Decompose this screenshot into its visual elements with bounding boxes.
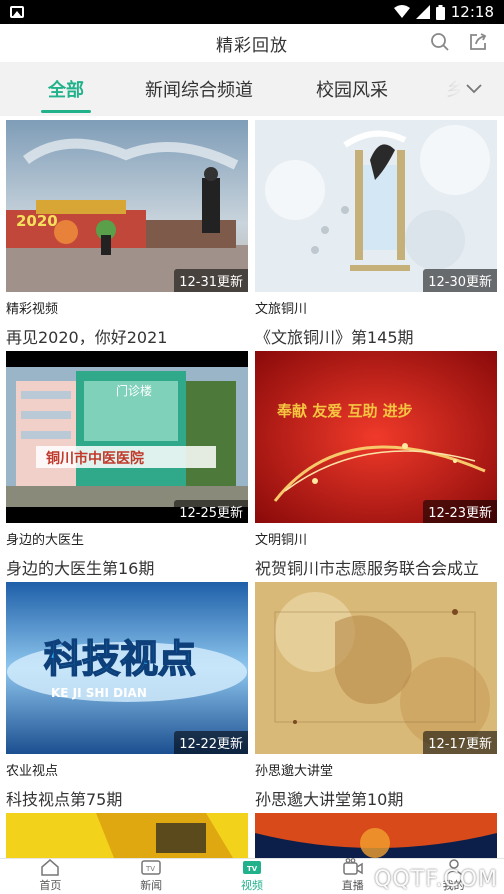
video-title: 《文旅铜川》第145期 bbox=[255, 328, 414, 347]
home-icon bbox=[41, 859, 60, 876]
tv-filled-icon: TV bbox=[242, 861, 261, 874]
tab-campus[interactable]: 校园风采 bbox=[316, 62, 388, 116]
video-thumbnail: 奉献 友爱 互助 进步 12-23更新 bbox=[255, 351, 497, 523]
status-time: 12:18 bbox=[450, 3, 494, 21]
chevron-down-icon bbox=[466, 84, 482, 94]
video-title: 孙思邈大讲堂第10期 bbox=[255, 790, 404, 809]
video-thumbnail: 科技视点 KE JI SHI DIAN 12-22更新 bbox=[6, 582, 248, 754]
video-card[interactable]: 12-17更新 孙思邈大讲堂 孙思邈大讲堂第10期 bbox=[255, 582, 497, 810]
video-channel: 精彩视频 bbox=[6, 302, 59, 317]
page-title: 精彩回放 bbox=[216, 35, 288, 56]
svg-text:TV: TV bbox=[247, 865, 258, 873]
search-icon bbox=[431, 33, 449, 51]
share-button[interactable] bbox=[466, 30, 490, 54]
watermark: QQTF.COM bbox=[374, 867, 498, 892]
video-channel: 农业视点 bbox=[6, 764, 59, 779]
tv-icon: TV bbox=[141, 860, 161, 875]
app-header: 精彩回放 bbox=[0, 24, 504, 62]
bottom-nav: 首页 TV 新闻 TV 视频 直播 我的 QQTF.COM bbox=[0, 858, 504, 894]
thumb-slogan-text: 奉献 友爱 互助 进步 bbox=[276, 402, 413, 420]
video-thumbnail: 2020 12-31更新 bbox=[6, 120, 248, 292]
thumb-year-text: 2020 bbox=[16, 212, 58, 230]
nav-video[interactable]: TV 视频 bbox=[202, 859, 303, 894]
video-thumbnail: 门诊楼 铜川市中医医院 12-25更新 bbox=[6, 351, 248, 523]
video-thumbnail: 12-30更新 bbox=[255, 120, 497, 292]
thumb-tech-pinyin: KE JI SHI DIAN bbox=[51, 686, 147, 700]
update-badge: 12-31更新 bbox=[174, 269, 248, 292]
search-button[interactable] bbox=[428, 30, 452, 54]
video-title: 科技视点第75期 bbox=[6, 790, 123, 809]
battery-icon bbox=[435, 4, 445, 20]
nav-news[interactable]: TV 新闻 bbox=[101, 859, 202, 894]
video-channel: 身边的大医生 bbox=[6, 533, 85, 548]
share-icon bbox=[470, 33, 487, 50]
camera-icon bbox=[343, 858, 363, 875]
thumb-tech-title: 科技视点 bbox=[44, 637, 196, 681]
thumb-banner-text: 铜川市中医医院 bbox=[46, 450, 144, 467]
status-bar: 12:18 bbox=[0, 0, 504, 24]
video-channel: 孙思邈大讲堂 bbox=[255, 764, 334, 779]
expand-tabs-button[interactable] bbox=[444, 62, 504, 116]
video-thumbnail: 12-17更新 bbox=[255, 582, 497, 754]
signal-icon bbox=[415, 5, 430, 19]
update-badge: 12-22更新 bbox=[174, 731, 248, 754]
video-card[interactable]: 12-30更新 文旅铜川 《文旅铜川》第145期 bbox=[255, 120, 497, 348]
video-card[interactable] bbox=[6, 813, 248, 858]
svg-text:TV: TV bbox=[145, 865, 155, 873]
thumb-sign-text: 门诊楼 bbox=[116, 383, 152, 398]
nav-home[interactable]: 首页 bbox=[0, 859, 101, 894]
video-grid: 2020 12-31更新 精彩视频 再见2020，你好2021 12-30更新 … bbox=[0, 116, 504, 858]
video-card[interactable]: 科技视点 KE JI SHI DIAN 12-22更新 农业视点 科技视点第75… bbox=[6, 582, 248, 810]
category-tabs: 全部 新闻综合频道 校园风采 乡 bbox=[0, 62, 504, 116]
video-card[interactable]: 2020 12-31更新 精彩视频 再见2020，你好2021 bbox=[6, 120, 248, 348]
video-card[interactable]: 门诊楼 铜川市中医医院 12-25更新 身边的大医生 身边的大医生第16期 bbox=[6, 351, 248, 579]
video-title: 祝贺铜川市志愿服务联合会成立 bbox=[255, 559, 480, 578]
photo-notification-icon bbox=[10, 6, 24, 18]
video-card[interactable] bbox=[255, 813, 497, 858]
video-thumbnail bbox=[6, 813, 248, 858]
video-title: 身边的大医生第16期 bbox=[6, 559, 155, 578]
tab-news-channel[interactable]: 新闻综合频道 bbox=[145, 62, 253, 116]
video-card[interactable]: 奉献 友爱 互助 进步 12-23更新 文明铜川 祝贺铜川市志愿服务联合会成立 bbox=[255, 351, 497, 579]
video-channel: 文明铜川 bbox=[255, 533, 308, 548]
update-badge: 12-30更新 bbox=[423, 269, 497, 292]
update-badge: 12-23更新 bbox=[423, 500, 497, 523]
video-thumbnail bbox=[255, 813, 497, 858]
video-title: 再见2020，你好2021 bbox=[6, 328, 168, 347]
video-channel: 文旅铜川 bbox=[255, 302, 308, 317]
tab-all[interactable]: 全部 bbox=[48, 62, 84, 116]
update-badge: 12-17更新 bbox=[423, 731, 497, 754]
update-badge: 12-25更新 bbox=[174, 500, 248, 523]
wifi-icon bbox=[393, 5, 410, 18]
